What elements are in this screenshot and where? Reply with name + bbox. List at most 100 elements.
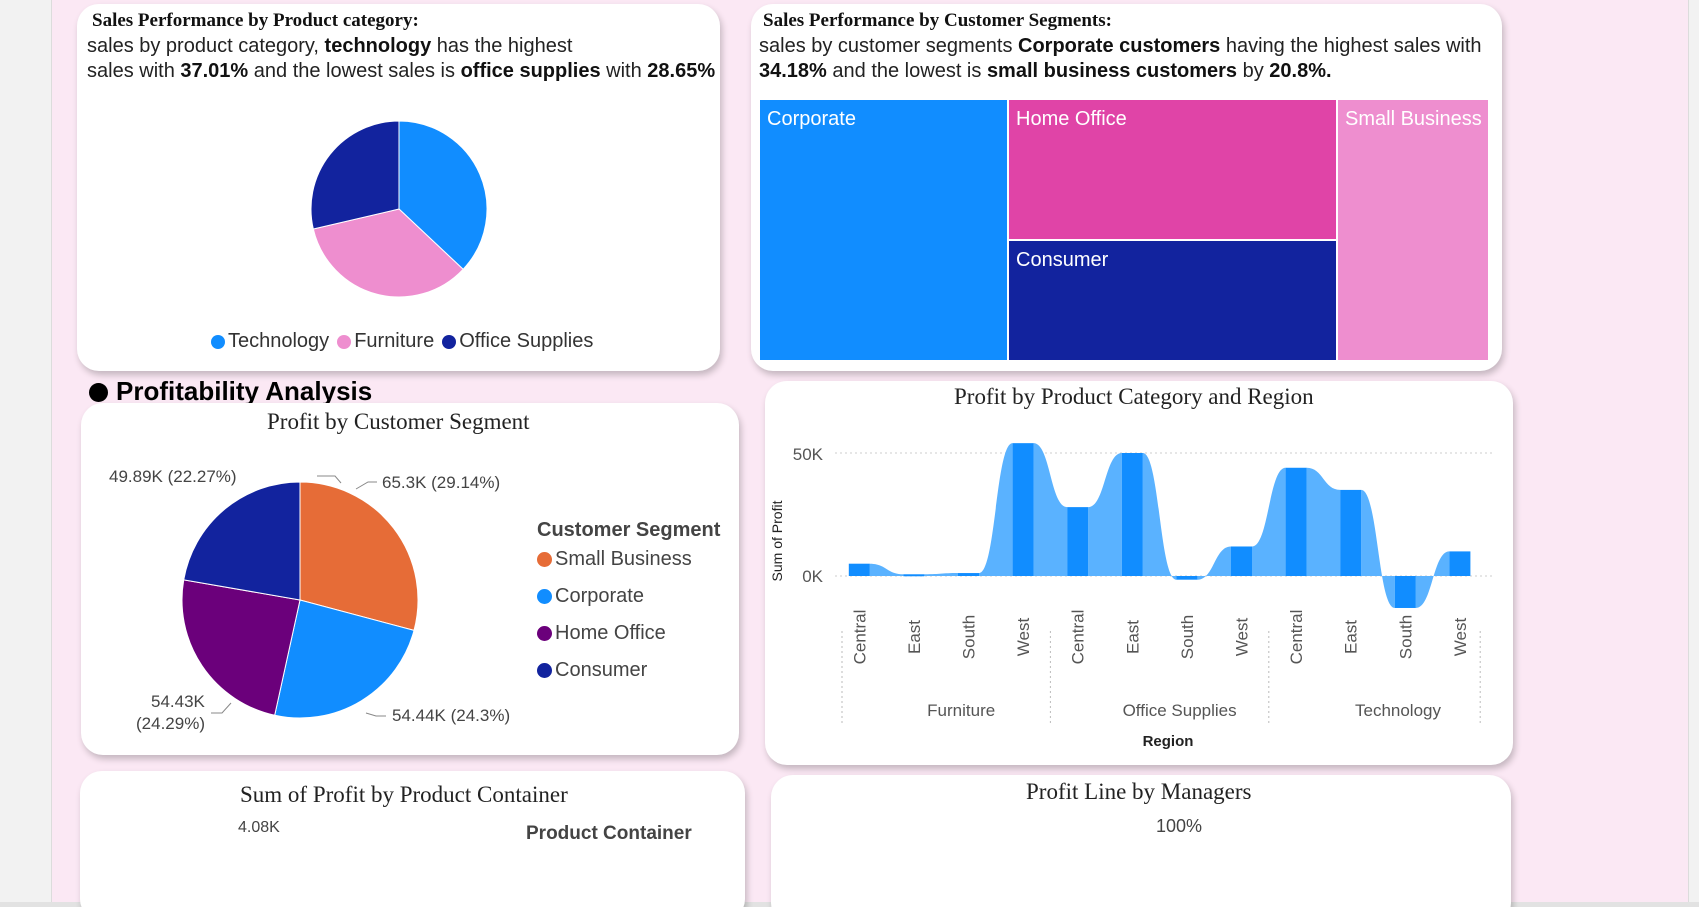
x-axis-title: Region: [1143, 733, 1194, 750]
legend-item-office-supplies[interactable]: Office Supplies: [442, 330, 593, 353]
x-group-label: Office Supplies: [1123, 701, 1237, 720]
legend-item-consumer[interactable]: Consumer: [537, 659, 647, 682]
ribbon-connector: [979, 443, 1013, 576]
ribbon-bar-office-supplies-south[interactable]: [1176, 576, 1198, 580]
ribbon-bar-furniture-east[interactable]: [903, 574, 925, 577]
x-tick-label: Central: [850, 610, 869, 665]
legend-dot-icon: [211, 334, 225, 349]
legend-label: Furniture: [354, 330, 435, 352]
legend-dot-icon: [537, 589, 552, 604]
legend-item-furniture[interactable]: Furniture: [337, 330, 434, 353]
legend-dot-icon: [537, 626, 552, 641]
legend-title: Product Container: [526, 823, 692, 844]
x-tick-label: South: [960, 615, 979, 659]
legend-dot-icon: [537, 552, 552, 567]
ribbon-bar-technology-south[interactable]: [1394, 576, 1416, 608]
ribbon-bar-furniture-south[interactable]: [958, 573, 979, 576]
treemap-cell-consumer[interactable]: Consumer: [1008, 240, 1337, 361]
ribbon-bar-furniture-west[interactable]: [1012, 443, 1034, 576]
x-tick-label: West: [1233, 618, 1252, 657]
x-tick-label: South: [1396, 615, 1415, 659]
segment-treemap[interactable]: Corporate Home Office Consumer Small Bus…: [759, 99, 1489, 361]
x-tick-label: East: [1342, 620, 1361, 654]
ribbon-connector: [1088, 453, 1122, 576]
legend-dot-icon: [442, 334, 457, 349]
legend-item-small-business[interactable]: Small Business: [537, 548, 692, 571]
treemap-label: Corporate: [767, 108, 856, 130]
legend-item-corporate[interactable]: Corporate: [537, 585, 644, 608]
leader-line: [355, 481, 377, 490]
leader-line: [211, 702, 232, 714]
ribbon-bar-technology-central[interactable]: [1285, 467, 1307, 576]
pie-slice-consumer[interactable]: [183, 481, 301, 601]
legend-label: Office Supplies: [459, 330, 594, 352]
ribbon-bar-technology-east[interactable]: [1340, 489, 1362, 576]
category-pie-chart[interactable]: [77, 4, 720, 371]
chart-title: Sum of Profit by Product Container: [240, 782, 568, 807]
leader-line: [317, 475, 342, 484]
treemap-label: Consumer: [1016, 249, 1109, 271]
data-label-home-office-value: 54.43K: [151, 692, 205, 711]
ribbon-bar-office-supplies-west[interactable]: [1231, 546, 1252, 576]
left-gutter: [0, 0, 52, 907]
ribbon-bar-office-supplies-east[interactable]: [1121, 453, 1143, 576]
category-legend: Technology Furniture Office Supplies: [211, 330, 601, 354]
legend-item-technology[interactable]: Technology: [211, 330, 329, 353]
card-sales-by-category[interactable]: Sales Performance by Product category: s…: [77, 4, 720, 371]
card-profit-by-category-region[interactable]: Profit by Product Category and Region Ce…: [765, 381, 1513, 765]
x-tick-label: Central: [1069, 610, 1088, 665]
card-profit-line-managers[interactable]: Profit Line by Managers 100%: [771, 775, 1511, 907]
treemap-label: Home Office: [1016, 108, 1127, 130]
data-label-corporate: 54.44K (24.3%): [392, 706, 511, 725]
y-tick-label: 0K: [802, 567, 823, 586]
y-tick-label: 50K: [793, 445, 824, 464]
card-description-line2: 34.18% and the lowest is small business …: [759, 60, 1332, 82]
data-label-small-business: 65.3K (29.14%): [382, 473, 501, 492]
report-canvas: Sales Performance by Product category: s…: [0, 0, 1699, 907]
data-label-home-office-percent: (24.29%): [136, 714, 205, 733]
legend-label: Technology: [228, 330, 330, 352]
card-title: Sales Performance by Customer Segments:: [763, 10, 1112, 31]
ribbon-connector: [924, 573, 958, 576]
x-tick-label: Central: [1287, 610, 1306, 665]
treemap-cell-home-office[interactable]: Home Office: [1008, 99, 1337, 240]
card-profit-by-segment[interactable]: Profit by Customer Segment 49.89K (22.27…: [81, 403, 739, 755]
treemap-cell-small-business[interactable]: Small Business: [1337, 99, 1489, 361]
legend-item-home-office[interactable]: Home Office: [537, 622, 666, 645]
ribbon-connector: [1033, 443, 1068, 576]
y-axis-title: Sum of Profit: [769, 500, 785, 581]
ribbon-connector: [1361, 489, 1395, 608]
x-tick-label: East: [1123, 620, 1142, 654]
card-sales-by-segment[interactable]: Sales Performance by Customer Segments: …: [751, 4, 1502, 371]
bullet-icon: [89, 383, 108, 402]
ribbon-connector: [1306, 467, 1341, 576]
legend-dot-icon: [537, 663, 552, 678]
treemap-label: Small Business: [1345, 108, 1482, 130]
data-label: 100%: [1156, 816, 1203, 836]
right-gutter: [1688, 0, 1699, 907]
data-label-consumer: 49.89K (22.27%): [109, 467, 237, 486]
ribbon-bar-technology-west[interactable]: [1449, 551, 1471, 576]
card-description-line1: sales by customer segments Corporate cus…: [759, 35, 1482, 57]
x-tick-label: West: [1451, 618, 1470, 657]
ribbon-bar-office-supplies-central[interactable]: [1067, 507, 1089, 576]
legend-label: Small Business: [555, 548, 692, 570]
legend-label: Consumer: [555, 659, 648, 681]
ribbon-connector: [869, 563, 904, 576]
ribbon-connector: [1252, 467, 1286, 576]
ribbon-connector: [1197, 546, 1231, 580]
legend-label: Corporate: [555, 585, 644, 607]
x-tick-label: West: [1014, 618, 1033, 657]
leader-line: [365, 712, 386, 717]
x-group-label: Furniture: [927, 701, 995, 720]
region-ribbon-chart[interactable]: Central East South West Central East South West…: [765, 381, 1513, 765]
treemap-cell-corporate[interactable]: Corporate: [759, 99, 1008, 361]
card-profit-by-container[interactable]: Sum of Profit by Product Container 4.08K…: [80, 771, 745, 907]
x-group-label: Technology: [1355, 701, 1442, 720]
ribbon-bar-furniture-central[interactable]: [848, 563, 870, 576]
legend-label: Home Office: [555, 622, 666, 644]
ribbon-connector: [1142, 453, 1177, 580]
x-tick-label: East: [905, 620, 924, 654]
chart-title: Profit Line by Managers: [1026, 779, 1252, 804]
legend-dot-icon: [337, 334, 352, 349]
